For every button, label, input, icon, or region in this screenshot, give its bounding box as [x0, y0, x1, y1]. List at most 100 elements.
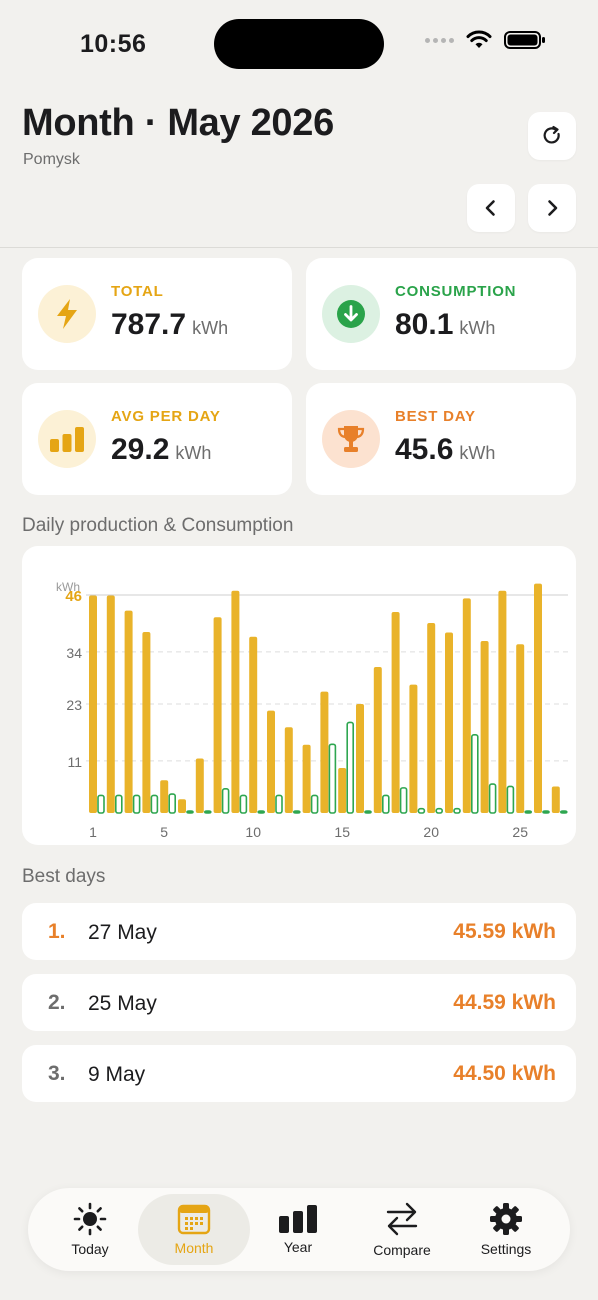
- production-bar: [89, 595, 97, 813]
- battery-icon: [504, 31, 545, 49]
- arrows-swap-icon: [386, 1202, 418, 1236]
- location-label: Pomysk: [23, 151, 80, 168]
- tab-compare[interactable]: Compare: [346, 1194, 458, 1265]
- tab-settings[interactable]: Settings: [450, 1194, 562, 1265]
- x-tick-label: 5: [160, 824, 168, 840]
- consumption-bar: [115, 794, 123, 814]
- consumption-bar: [506, 785, 515, 814]
- consumption-bar: [239, 794, 248, 814]
- gear-icon: [490, 1203, 522, 1235]
- consumption-label: CONSUMPTION: [395, 283, 517, 300]
- consumption-bar: [559, 810, 568, 814]
- consumption-bar: [186, 810, 194, 814]
- consumption-bar: [257, 810, 265, 814]
- tab-label: Settings: [480, 1241, 532, 1257]
- page-title: Month · May 2026: [22, 102, 334, 144]
- best-days-title: Best days: [22, 866, 106, 887]
- tab-month[interactable]: Month: [138, 1194, 250, 1265]
- chevron-left-icon: [485, 200, 495, 216]
- best-day-date: 27 May: [88, 921, 157, 944]
- production-bar: [445, 632, 453, 813]
- sun-icon: [73, 1202, 107, 1236]
- x-tick-label: 15: [334, 824, 350, 840]
- consumption-bar: [488, 783, 497, 814]
- consumption-bar: [470, 734, 479, 814]
- best-day-label: BEST DAY: [395, 408, 476, 425]
- consumption-bar: [168, 793, 176, 814]
- y-tick-label: 23: [66, 697, 82, 713]
- previous-month-button[interactable]: [467, 184, 515, 232]
- next-month-button[interactable]: [528, 184, 576, 232]
- tab-today[interactable]: Today: [34, 1194, 146, 1265]
- best-day-row-1[interactable]: 1. 27 May 45.59 kWh: [22, 903, 576, 960]
- production-bar: [338, 767, 347, 813]
- production-bar: [124, 610, 133, 813]
- x-tick-label: 10: [245, 824, 261, 840]
- refresh-icon: [543, 125, 560, 144]
- best-day-row-2[interactable]: 2. 25 May 44.59 kWh: [22, 974, 576, 1031]
- tab-label: Today: [71, 1241, 109, 1257]
- best-day-rank: 1.: [48, 920, 66, 943]
- tab-bar: Today Month Year Compare Settings: [28, 1188, 570, 1271]
- consumption-bar: [542, 810, 550, 814]
- consumption-bar: [150, 794, 159, 814]
- consumption-card: CONSUMPTION 80.1 kWh: [306, 258, 576, 370]
- status-icons: [425, 30, 546, 50]
- header-divider: [0, 247, 598, 248]
- production-bar: [534, 583, 542, 813]
- production-bar: [391, 612, 400, 813]
- production-bar: [106, 595, 115, 813]
- production-bar: [160, 780, 169, 813]
- tab-label: Year: [283, 1239, 313, 1255]
- best-day-kwh: 45.59 kWh: [453, 920, 556, 943]
- total-value: 787.7 kWh: [111, 308, 229, 341]
- refresh-button[interactable]: [528, 112, 576, 160]
- wifi-icon: [466, 30, 492, 48]
- dynamic-island: [214, 19, 384, 69]
- best-day-card: BEST DAY 45.6 kWh: [306, 383, 576, 495]
- tab-year[interactable]: Year: [242, 1194, 354, 1265]
- consumption-bar: [453, 807, 461, 814]
- bar-chart-icon: [38, 410, 96, 468]
- consumption-bar: [435, 807, 444, 814]
- consumption-value: 80.1 kWh: [395, 308, 496, 341]
- production-bar: [178, 799, 186, 813]
- y-tick-label: 34: [66, 645, 82, 661]
- chevron-right-icon: [548, 200, 558, 216]
- y-tick-label: 11: [67, 754, 82, 770]
- consumption-bar: [328, 743, 337, 814]
- consumption-bar: [364, 810, 372, 814]
- x-tick-label: 1: [89, 824, 97, 840]
- consumption-bar: [381, 794, 390, 814]
- daily-production-chart: 11233446kWh1 5 10 15 20 25: [56, 580, 586, 840]
- production-bar: [373, 667, 382, 813]
- production-bar: [320, 691, 329, 813]
- chart-section-title: Daily production & Consumption: [22, 515, 294, 536]
- best-day-kwh: 44.59 kWh: [453, 991, 556, 1014]
- avg-label: AVG PER DAY: [111, 408, 221, 425]
- best-day-date: 9 May: [88, 1063, 146, 1086]
- consumption-bar: [275, 794, 283, 814]
- tab-label: Compare: [373, 1242, 431, 1258]
- production-bar: [267, 710, 275, 813]
- trophy-icon: [322, 410, 380, 468]
- y-axis-unit-label: kWh: [56, 580, 80, 594]
- production-bar: [213, 617, 222, 813]
- production-bar: [142, 631, 151, 813]
- consumption-bar: [132, 794, 141, 814]
- production-bar: [409, 684, 418, 813]
- consumption-bar: [97, 794, 105, 814]
- best-day-kwh: 44.50 kWh: [453, 1062, 556, 1085]
- consumption-bar: [221, 788, 230, 814]
- total-label: TOTAL: [111, 283, 164, 300]
- consumption-bar: [204, 810, 212, 814]
- status-bar: 10:56: [0, 0, 598, 90]
- calendar-icon: [177, 1204, 211, 1235]
- production-bar: [249, 636, 258, 813]
- best-day-row-3[interactable]: 3. 9 May 44.50 kWh: [22, 1045, 576, 1102]
- x-tick-label: 20: [423, 824, 439, 840]
- production-bar: [551, 786, 560, 813]
- total-card: TOTAL 787.7 kWh: [22, 258, 292, 370]
- production-bar: [462, 598, 471, 813]
- consumption-bar: [292, 810, 301, 814]
